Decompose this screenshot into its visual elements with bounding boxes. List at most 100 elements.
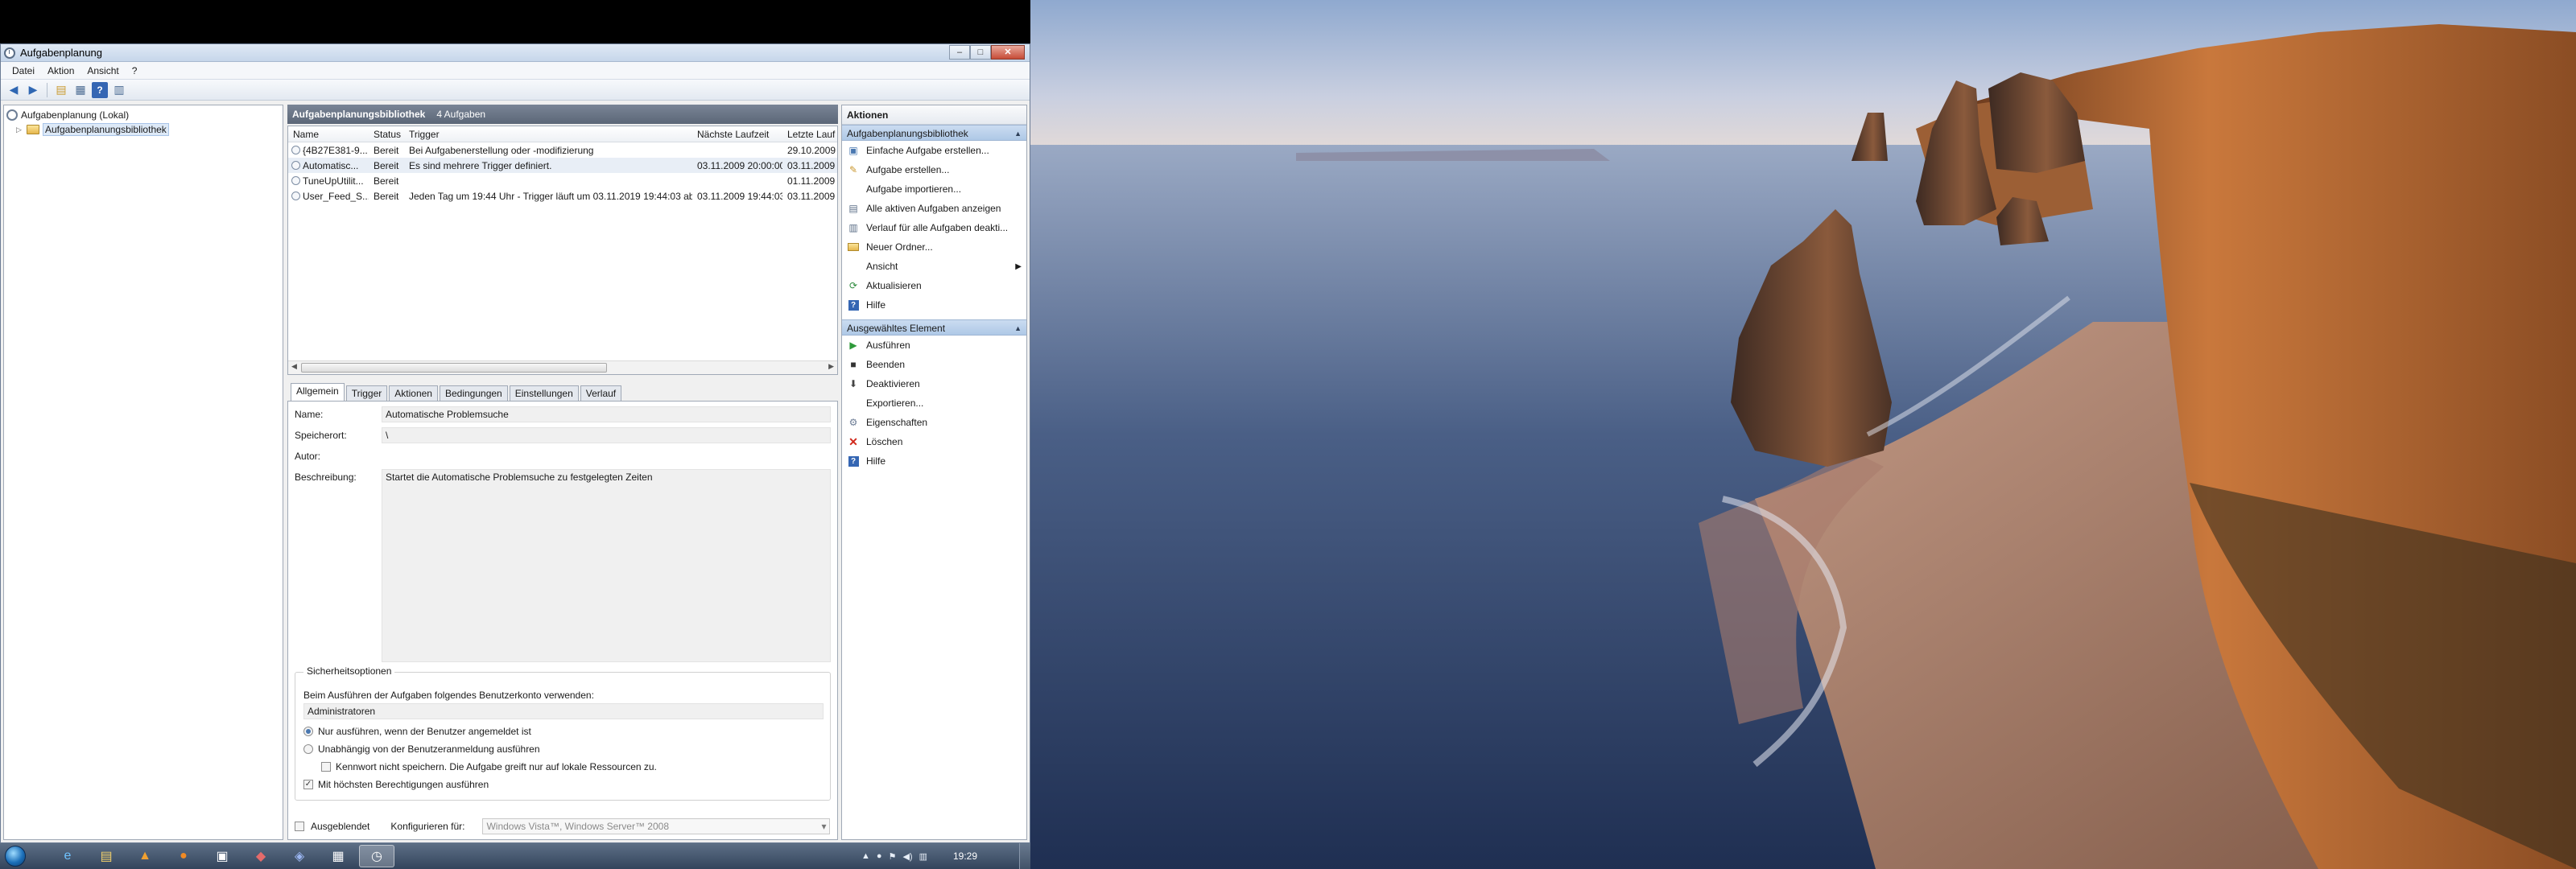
app-icon[interactable]: ▦ <box>320 845 356 867</box>
column-header-status[interactable]: Status <box>369 126 404 142</box>
task-row[interactable]: TuneUpUtilit... Bereit 01.11.2009 <box>288 173 837 188</box>
folder-up-icon[interactable]: ▤ <box>53 82 69 98</box>
column-header-next-run[interactable]: Nächste Laufzeit <box>692 126 782 142</box>
explorer-icon[interactable]: ▤ <box>89 845 124 867</box>
horizontal-scrollbar[interactable]: ◀ ▶ <box>288 360 837 374</box>
checkbox-no-password[interactable]: Kennwort nicht speichern. Die Aufgabe gr… <box>303 758 824 776</box>
task-icon <box>291 146 300 154</box>
action-view[interactable]: Ansicht ▶ <box>842 257 1026 276</box>
action-properties[interactable]: ⚙ Eigenschaften <box>842 413 1026 432</box>
radio-button[interactable] <box>303 744 313 754</box>
task-row[interactable]: Automatisc... Bereit Es sind mehrere Tri… <box>288 158 837 173</box>
checkbox-hidden[interactable] <box>295 822 304 831</box>
flag-icon[interactable]: ⚑ <box>889 851 897 862</box>
checkbox-label: Mit höchsten Berechtigungen ausführen <box>318 779 489 790</box>
action-help[interactable]: ? Hilfe <box>842 295 1026 315</box>
action-refresh[interactable]: ⟳ Aktualisieren <box>842 276 1026 295</box>
actions-section-selected[interactable]: Ausgewähltes Element <box>842 319 1026 336</box>
tree-item-root[interactable]: Aufgabenplanung (Lokal) <box>6 108 280 122</box>
action-disable[interactable]: ⬇ Deaktivieren <box>842 374 1026 393</box>
action-import-task[interactable]: Aufgabe importieren... <box>842 179 1026 199</box>
radio-independent[interactable]: Unabhängig von der Benutzeranmeldung aus… <box>303 740 824 758</box>
menu-datei[interactable]: Datei <box>6 64 41 78</box>
action-create-task[interactable]: ✎ Aufgabe erstellen... <box>842 160 1026 179</box>
action-show-running-tasks[interactable]: ▤ Alle aktiven Aufgaben anzeigen <box>842 199 1026 218</box>
action-help-selected[interactable]: ? Hilfe <box>842 451 1026 471</box>
actions-section-library[interactable]: Aufgabenplanungsbibliothek <box>842 125 1026 142</box>
scrollbar-thumb[interactable] <box>301 363 607 373</box>
task-trigger: Es sind mehrere Trigger definiert. <box>409 160 552 171</box>
action-delete[interactable]: ✕ Löschen <box>842 432 1026 451</box>
close-button[interactable]: ✕ <box>991 45 1025 60</box>
task-row[interactable]: User_Feed_S... Bereit Jeden Tag um 19:44… <box>288 188 837 204</box>
menu-bar: Datei Aktion Ansicht ? <box>1 62 1030 80</box>
task-scheduler-taskbar-icon[interactable]: ◷ <box>359 845 394 867</box>
back-arrow-icon[interactable]: ◀ <box>6 82 22 98</box>
checkbox[interactable] <box>321 762 331 772</box>
help-icon[interactable]: ? <box>92 81 108 98</box>
actions-pane: Aktionen Aufgabenplanungsbibliothek ▣ Ei… <box>841 105 1027 840</box>
tab-history[interactable]: Verlauf <box>580 385 622 401</box>
tab-trigger[interactable]: Trigger <box>345 385 388 401</box>
menu-help[interactable]: ? <box>126 64 144 78</box>
menu-ansicht[interactable]: Ansicht <box>80 64 125 78</box>
action-create-basic-task[interactable]: ▣ Einfache Aufgabe erstellen... <box>842 141 1026 160</box>
author-field[interactable] <box>382 448 831 464</box>
tree-item-library[interactable]: ▷ Aufgabenplanungsbibliothek <box>6 122 280 137</box>
media-player-icon[interactable]: ▲ <box>127 845 163 867</box>
task-row[interactable]: {4B27E381-9... Bereit Bei Aufgabenerstel… <box>288 142 837 158</box>
task-status: Bereit <box>374 175 399 187</box>
action-label: Aktualisieren <box>866 280 922 291</box>
window-titlebar[interactable]: Aufgabenplanung – □ ✕ <box>1 44 1030 62</box>
configure-select[interactable]: Windows Vista™, Windows Server™ 2008 <box>482 818 831 834</box>
checkbox[interactable]: ✓ <box>303 780 313 789</box>
forward-arrow-icon[interactable]: ▶ <box>25 82 41 98</box>
radio-button[interactable] <box>303 727 313 736</box>
action-new-folder[interactable]: Neuer Ordner... <box>842 237 1026 257</box>
tab-conditions[interactable]: Bedingungen <box>439 385 508 401</box>
show-hide-tree-icon[interactable]: ▦ <box>72 82 89 98</box>
show-hide-action-pane-icon[interactable]: ▥ <box>111 82 127 98</box>
name-row: Name: Automatische Problemsuche <box>295 406 831 422</box>
stop-icon: ■ <box>850 359 857 370</box>
name-field[interactable]: Automatische Problemsuche <box>382 406 831 422</box>
tab-general[interactable]: Allgemein <box>291 383 345 401</box>
expand-arrow-icon[interactable]: ▷ <box>16 126 23 134</box>
ie-icon[interactable]: e <box>50 845 85 867</box>
library-title: Aufgabenplanungsbibliothek <box>292 109 426 120</box>
firefox-icon[interactable]: ● <box>166 845 201 867</box>
description-field[interactable]: Startet die Automatische Problemsuche zu… <box>382 469 831 662</box>
system-tray: ▲ ● ⚑ ◀) ▥ 19:29 <box>861 850 1019 862</box>
show-desktop-button[interactable] <box>1019 843 1030 869</box>
tab-actions[interactable]: Aktionen <box>389 385 438 401</box>
firefox-tray-icon[interactable]: ● <box>877 851 882 861</box>
location-field[interactable]: \ <box>382 427 831 443</box>
network-icon[interactable]: ▥ <box>919 851 927 862</box>
radio-logged-on[interactable]: Nur ausführen, wenn der Benutzer angemel… <box>303 723 824 740</box>
app-icon[interactable]: ◈ <box>282 845 317 867</box>
scroll-right-icon[interactable]: ▶ <box>828 362 834 371</box>
column-header-last-run[interactable]: Letzte Lauf <box>782 126 837 142</box>
column-header-name[interactable]: Name <box>288 126 369 142</box>
volume-icon[interactable]: ◀) <box>902 851 912 862</box>
action-export[interactable]: Exportieren... <box>842 393 1026 413</box>
app-icon[interactable]: ▣ <box>204 845 240 867</box>
column-header-trigger[interactable]: Trigger <box>404 126 692 142</box>
menu-aktion[interactable]: Aktion <box>41 64 80 78</box>
task-name: Automatisc... <box>303 159 359 171</box>
action-end[interactable]: ■ Beenden <box>842 355 1026 374</box>
action-label: Einfache Aufgabe erstellen... <box>866 145 989 156</box>
show-hidden-icons-icon[interactable]: ▲ <box>861 851 870 861</box>
minimize-button[interactable]: – <box>949 45 970 60</box>
clock[interactable]: 19:29 <box>953 850 977 862</box>
tab-settings[interactable]: Einstellungen <box>509 385 579 401</box>
checkbox-highest-privileges[interactable]: ✓ Mit höchsten Berechtigungen ausführen <box>303 776 824 793</box>
task-status: Bereit <box>374 160 399 171</box>
task-details: Allgemein Trigger Aktionen Bedingungen E… <box>287 383 838 840</box>
app-icon[interactable]: ◆ <box>243 845 279 867</box>
action-run[interactable]: ▶ Ausführen <box>842 336 1026 355</box>
start-button[interactable] <box>5 846 26 867</box>
maximize-button[interactable]: □ <box>970 45 991 60</box>
scroll-left-icon[interactable]: ◀ <box>291 362 297 371</box>
action-disable-history[interactable]: ▥ Verlauf für alle Aufgaben deakti... <box>842 218 1026 237</box>
